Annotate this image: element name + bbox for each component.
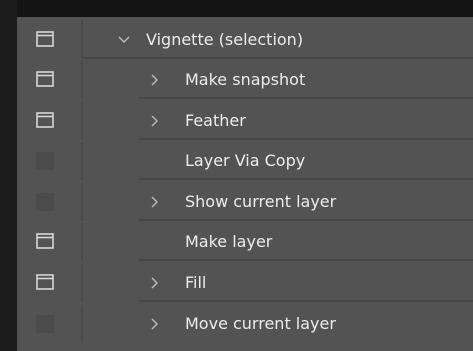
dialog-toggle-cell[interactable] bbox=[17, 102, 81, 140]
chevron-right-icon[interactable] bbox=[147, 193, 161, 211]
action-step-cell[interactable]: Feather bbox=[139, 102, 473, 140]
column-divider bbox=[81, 264, 83, 302]
action-step-row[interactable]: Move current layer bbox=[17, 305, 473, 343]
action-step-row[interactable]: Show current layer bbox=[17, 183, 473, 221]
dialog-toggle-empty[interactable] bbox=[36, 193, 54, 211]
action-step-label: Show current layer bbox=[185, 192, 337, 211]
action-step-label: Make layer bbox=[185, 232, 273, 251]
action-step-row[interactable]: Layer Via Copy bbox=[17, 142, 473, 180]
actions-list: Vignette (selection) Make snapshot Feath… bbox=[17, 17, 473, 351]
dialog-toggle-empty[interactable] bbox=[36, 315, 54, 333]
dialog-toggle-cell[interactable] bbox=[17, 264, 81, 302]
dialog-toggle-empty[interactable] bbox=[36, 152, 54, 170]
actions-panel-frame: Vignette (selection) Make snapshot Feath… bbox=[0, 0, 473, 351]
action-step-cell[interactable]: Move current layer bbox=[139, 305, 473, 343]
action-set-cell[interactable]: Vignette (selection) bbox=[83, 21, 473, 59]
dialog-toggle-cell[interactable] bbox=[17, 223, 81, 261]
column-divider bbox=[81, 305, 83, 343]
action-step-cell[interactable]: Layer Via Copy bbox=[139, 142, 473, 180]
dialog-toggle-cell[interactable] bbox=[17, 142, 81, 180]
row-separator bbox=[139, 300, 473, 302]
left-border bbox=[0, 0, 17, 351]
action-step-label: Move current layer bbox=[185, 314, 336, 333]
top-border bbox=[0, 0, 473, 17]
dialog-toggle-cell[interactable] bbox=[17, 305, 81, 343]
row-separator bbox=[83, 57, 473, 59]
dialog-toggle-cell[interactable] bbox=[17, 183, 81, 221]
dialog-toggle-cell[interactable] bbox=[17, 61, 81, 99]
action-set-label: Vignette (selection) bbox=[146, 30, 304, 49]
column-divider bbox=[81, 102, 83, 140]
row-separator bbox=[139, 138, 473, 140]
action-step-row[interactable]: Fill bbox=[17, 264, 473, 302]
dialog-toggle-cell[interactable] bbox=[17, 21, 81, 59]
row-separator bbox=[139, 219, 473, 221]
dialog-toggle-icon[interactable] bbox=[36, 274, 54, 290]
action-step-label: Fill bbox=[185, 273, 207, 292]
chevron-right-icon[interactable] bbox=[147, 71, 161, 89]
action-step-cell[interactable]: Fill bbox=[139, 264, 473, 302]
dialog-toggle-icon[interactable] bbox=[36, 112, 54, 128]
action-step-row[interactable]: Feather bbox=[17, 102, 473, 140]
action-step-row[interactable]: Make layer bbox=[17, 223, 473, 261]
row-separator bbox=[139, 97, 473, 99]
chevron-right-icon[interactable] bbox=[147, 274, 161, 292]
action-set-row[interactable]: Vignette (selection) bbox=[17, 21, 473, 59]
column-divider bbox=[81, 183, 83, 221]
action-step-cell[interactable]: Make snapshot bbox=[139, 61, 473, 99]
action-step-row[interactable]: Make snapshot bbox=[17, 61, 473, 99]
dialog-toggle-icon[interactable] bbox=[36, 71, 54, 87]
action-step-label: Feather bbox=[185, 111, 246, 130]
action-step-cell[interactable]: Make layer bbox=[139, 223, 473, 261]
dialog-toggle-icon[interactable] bbox=[36, 233, 54, 249]
row-separator bbox=[139, 178, 473, 180]
column-divider bbox=[81, 223, 83, 261]
chevron-right-icon[interactable] bbox=[147, 315, 161, 333]
row-separator bbox=[139, 259, 473, 261]
dialog-toggle-icon[interactable] bbox=[36, 31, 54, 47]
action-step-label: Layer Via Copy bbox=[185, 151, 306, 170]
action-step-label: Make snapshot bbox=[185, 70, 306, 89]
action-step-cell[interactable]: Show current layer bbox=[139, 183, 473, 221]
column-divider bbox=[81, 142, 83, 180]
chevron-right-icon[interactable] bbox=[147, 112, 161, 130]
chevron-down-icon[interactable] bbox=[117, 31, 131, 49]
column-divider bbox=[81, 61, 83, 99]
